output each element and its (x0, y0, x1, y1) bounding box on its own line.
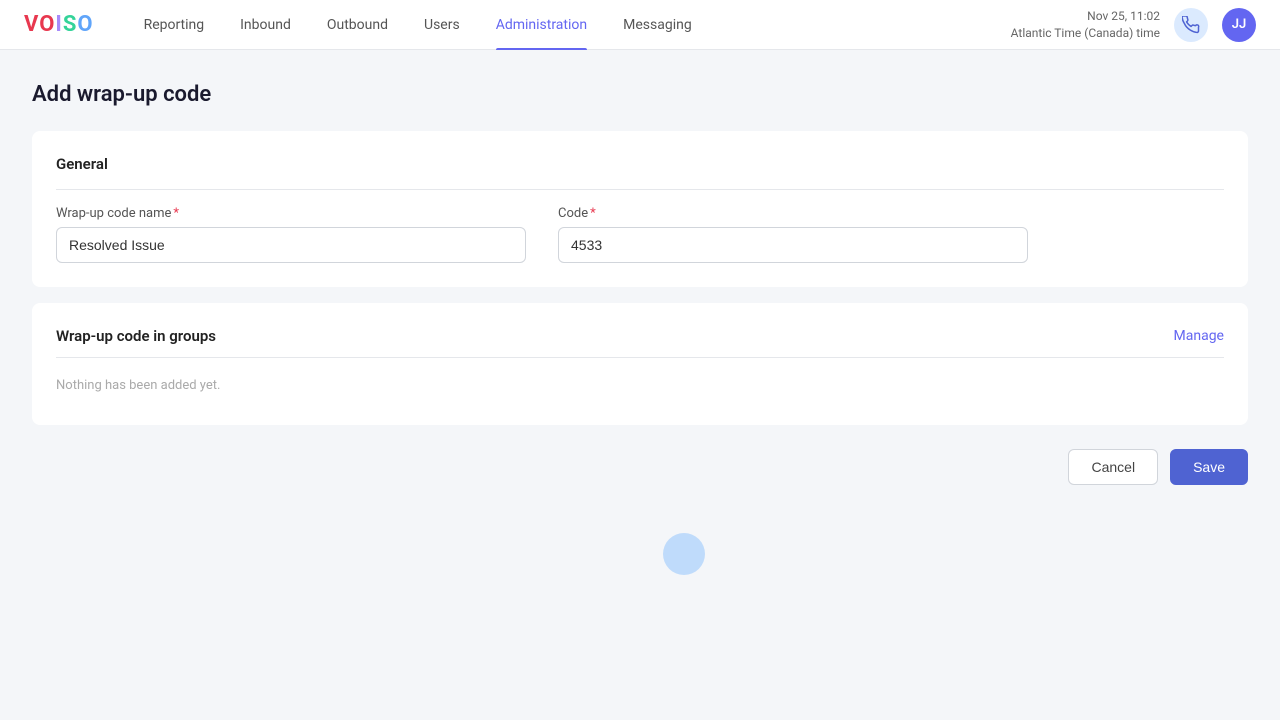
main-content: Add wrap-up code General Wrap-up code na… (0, 50, 1280, 720)
groups-card: Wrap-up code in groups Manage Nothing ha… (32, 303, 1248, 425)
code-group: Code* (558, 206, 1028, 263)
form-row: Wrap-up code name* Code* (56, 206, 1224, 263)
header-right: Nov 25, 11:02 Atlantic Time (Canada) tim… (1011, 8, 1256, 42)
wrap-up-code-name-group: Wrap-up code name* (56, 206, 526, 263)
required-star-name: * (173, 206, 179, 221)
required-star-code: * (590, 206, 596, 221)
code-label: Code* (558, 206, 1028, 221)
date-display: Nov 25, 11:02 (1011, 8, 1160, 25)
groups-section-header: Wrap-up code in groups Manage (56, 327, 1224, 358)
nav-messaging[interactable]: Messaging (605, 0, 710, 50)
wrap-up-code-name-input[interactable] (56, 227, 526, 263)
page-title: Add wrap-up code (32, 82, 1248, 107)
phone-icon (1182, 16, 1200, 34)
nav-inbound[interactable]: Inbound (222, 0, 309, 50)
nav-outbound[interactable]: Outbound (309, 0, 406, 50)
save-button[interactable]: Save (1170, 449, 1248, 485)
general-section-title: General (56, 155, 1224, 190)
avatar[interactable]: JJ (1222, 8, 1256, 42)
manage-link[interactable]: Manage (1174, 328, 1224, 344)
nav-reporting[interactable]: Reporting (126, 0, 223, 50)
timezone-display: Atlantic Time (Canada) time (1011, 25, 1160, 42)
datetime: Nov 25, 11:02 Atlantic Time (Canada) tim… (1011, 8, 1160, 42)
empty-message: Nothing has been added yet. (56, 370, 1224, 401)
phone-icon-button[interactable] (1174, 8, 1208, 42)
header: VOISO Reporting Inbound Outbound Users A… (0, 0, 1280, 50)
groups-section-title: Wrap-up code in groups (56, 327, 216, 345)
code-input[interactable] (558, 227, 1028, 263)
logo: VOISO (24, 12, 94, 37)
cancel-button[interactable]: Cancel (1068, 449, 1158, 485)
nav-administration[interactable]: Administration (478, 0, 605, 50)
general-card: General Wrap-up code name* Code* (32, 131, 1248, 287)
wrap-up-code-name-label: Wrap-up code name* (56, 206, 526, 221)
main-nav: Reporting Inbound Outbound Users Adminis… (126, 0, 1011, 50)
footer-actions: Cancel Save (32, 449, 1248, 485)
nav-users[interactable]: Users (406, 0, 478, 50)
